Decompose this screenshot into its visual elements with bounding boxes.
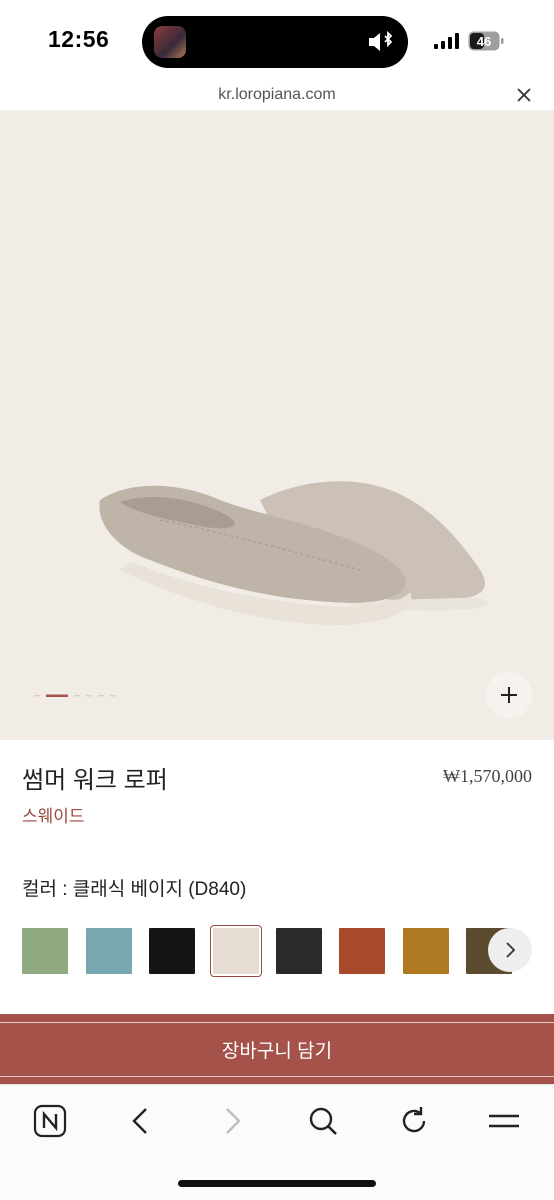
plus-icon: [501, 687, 517, 703]
add-to-cart-label: 장바구니 담기: [221, 1041, 333, 1062]
naver-icon[interactable]: [30, 1101, 70, 1141]
product-name: 썸머 워크 로퍼: [22, 767, 168, 794]
product-image-gallery[interactable]: [0, 110, 554, 740]
swatch-light-blue[interactable]: [86, 928, 132, 974]
chevron-right-icon: [506, 942, 516, 958]
cart-divider-bottom: [0, 1076, 554, 1077]
close-icon[interactable]: [514, 85, 534, 105]
gallery-pagination: [34, 694, 116, 697]
search-icon[interactable]: [303, 1101, 343, 1141]
home-indicator[interactable]: [178, 1180, 376, 1187]
swatch-sage-green[interactable]: [22, 928, 68, 974]
battery-icon: 46: [468, 31, 504, 51]
color-swatches: [0, 924, 554, 980]
swatch-charcoal[interactable]: [276, 928, 322, 974]
dynamic-island[interactable]: [142, 16, 408, 68]
menu-icon[interactable]: [484, 1101, 524, 1141]
product-price: ₩1,570,000: [443, 766, 532, 786]
swatch-classic-beige[interactable]: [210, 925, 262, 977]
product-photo-loafers: [99, 481, 489, 625]
add-to-cart-button[interactable]: 장바구니 담기: [0, 1014, 554, 1084]
swatch-black[interactable]: [149, 928, 195, 974]
product-material: 스웨이드: [22, 807, 85, 826]
signal-icon: [434, 33, 459, 49]
forward-icon[interactable]: [212, 1101, 252, 1141]
swatch-rust[interactable]: [339, 928, 385, 974]
bluetooth-speaker-icon: [369, 30, 393, 51]
swatch-mustard[interactable]: [403, 928, 449, 974]
back-icon[interactable]: [121, 1101, 161, 1141]
now-playing-thumbnail: [154, 26, 186, 58]
status-bar: 12:56 46: [0, 0, 554, 82]
cart-divider-top: [0, 1022, 554, 1023]
battery-level: 46: [477, 34, 491, 49]
swatch-next-button[interactable]: [488, 928, 532, 972]
reload-icon[interactable]: [394, 1101, 434, 1141]
status-time: 12:56: [48, 26, 110, 52]
url-bar[interactable]: kr.loropiana.com: [0, 82, 554, 110]
url-text[interactable]: kr.loropiana.com: [0, 86, 554, 104]
zoom-button[interactable]: [486, 672, 532, 718]
color-label: 컬러 : 클래식 베이지 (D840): [22, 879, 247, 900]
